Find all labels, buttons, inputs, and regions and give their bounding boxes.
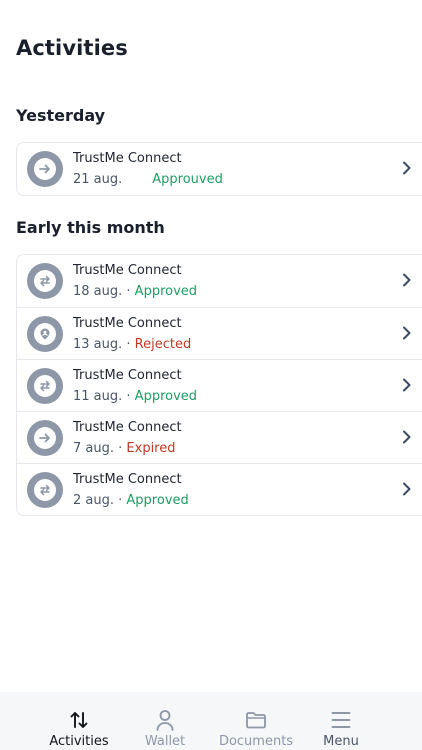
page-title: Activities bbox=[16, 36, 128, 60]
tab-label: Menu bbox=[323, 734, 359, 749]
meta-separator: · bbox=[114, 493, 127, 508]
activity-date: 13 aug. bbox=[73, 337, 123, 352]
tab-label: Activities bbox=[49, 734, 109, 749]
section-title-early-this-month: Early this month bbox=[16, 218, 165, 237]
activity-row[interactable]: TrustMe Connect 11 aug. · Approved bbox=[17, 359, 422, 411]
meta-separator: · bbox=[122, 337, 135, 352]
arrow-right-icon bbox=[39, 164, 50, 174]
activity-date: 2 aug. bbox=[73, 493, 114, 508]
activity-avatar bbox=[27, 151, 63, 187]
activity-avatar bbox=[27, 316, 63, 352]
chevron-right-icon bbox=[403, 326, 411, 340]
meta-separator: · bbox=[114, 441, 127, 456]
activity-avatar bbox=[27, 472, 63, 508]
activity-avatar bbox=[27, 420, 63, 456]
activity-row[interactable]: TrustMe Connect 2 aug. · Approved bbox=[17, 463, 422, 515]
activity-title: TrustMe Connect bbox=[73, 420, 182, 435]
activity-title: TrustMe Connect bbox=[73, 368, 182, 383]
tab-documents[interactable]: Documents bbox=[206, 692, 306, 750]
activity-row[interactable]: TrustMe Connect 18 aug. · Approved bbox=[17, 255, 422, 307]
activity-status: Expired bbox=[126, 441, 176, 456]
tab-activities[interactable]: Activities bbox=[34, 692, 124, 750]
activity-title: TrustMe Connect bbox=[73, 316, 182, 331]
sort-arrows-icon bbox=[70, 712, 88, 728]
activity-avatar bbox=[27, 368, 63, 404]
activity-title: TrustMe Connect bbox=[73, 263, 182, 278]
activity-status: Rejected bbox=[134, 337, 192, 352]
section-title-yesterday: Yesterday bbox=[16, 106, 106, 125]
swap-icon bbox=[40, 380, 50, 392]
user-pin-icon bbox=[40, 328, 50, 340]
activity-date: 11 aug. bbox=[73, 389, 123, 404]
activity-status: Approuved bbox=[152, 172, 223, 187]
activity-avatar bbox=[27, 263, 63, 299]
chevron-right-icon bbox=[403, 161, 411, 175]
activities-screen: Activities Yesterday TrustMe Connect 21 … bbox=[0, 0, 422, 750]
activity-title: TrustMe Connect bbox=[73, 472, 182, 487]
person-icon bbox=[156, 710, 174, 731]
meta-separator: · bbox=[122, 284, 135, 299]
activity-status: Approved bbox=[134, 284, 198, 299]
activity-title: TrustMe Connect bbox=[73, 151, 182, 166]
swap-icon bbox=[40, 275, 50, 287]
tab-label: Documents bbox=[218, 734, 294, 749]
activity-list-yesterday: TrustMe Connect 21 aug. Approuved bbox=[16, 142, 422, 196]
activity-row[interactable]: TrustMe Connect 13 aug. · Rejected bbox=[17, 307, 422, 359]
activity-status: Approved bbox=[126, 493, 189, 508]
activity-status: Approved bbox=[134, 389, 198, 404]
hamburger-icon bbox=[331, 712, 351, 728]
chevron-right-icon bbox=[403, 430, 411, 444]
activity-date: 21 aug. bbox=[73, 172, 123, 187]
swap-icon bbox=[40, 484, 50, 496]
chevron-right-icon bbox=[403, 273, 411, 287]
tab-label: Wallet bbox=[144, 734, 186, 749]
tab-menu[interactable]: Menu bbox=[296, 692, 386, 750]
activity-date: 7 aug. bbox=[73, 441, 114, 456]
chevron-right-icon bbox=[403, 482, 411, 496]
tab-wallet[interactable]: Wallet bbox=[120, 692, 210, 750]
chevron-right-icon bbox=[403, 378, 411, 392]
meta-separator: · bbox=[122, 389, 135, 404]
folder-icon bbox=[246, 712, 266, 729]
bottom-tab-bar: Activities Wallet Documents Menu bbox=[0, 692, 422, 750]
activity-row[interactable]: TrustMe Connect 7 aug. · Expired bbox=[17, 411, 422, 463]
activity-row[interactable]: TrustMe Connect 21 aug. Approuved bbox=[17, 143, 422, 195]
activity-date: 18 aug. bbox=[73, 284, 123, 299]
activity-list-early-this-month: TrustMe Connect 18 aug. · Approved Trust… bbox=[16, 254, 422, 516]
arrow-right-icon bbox=[39, 433, 50, 443]
